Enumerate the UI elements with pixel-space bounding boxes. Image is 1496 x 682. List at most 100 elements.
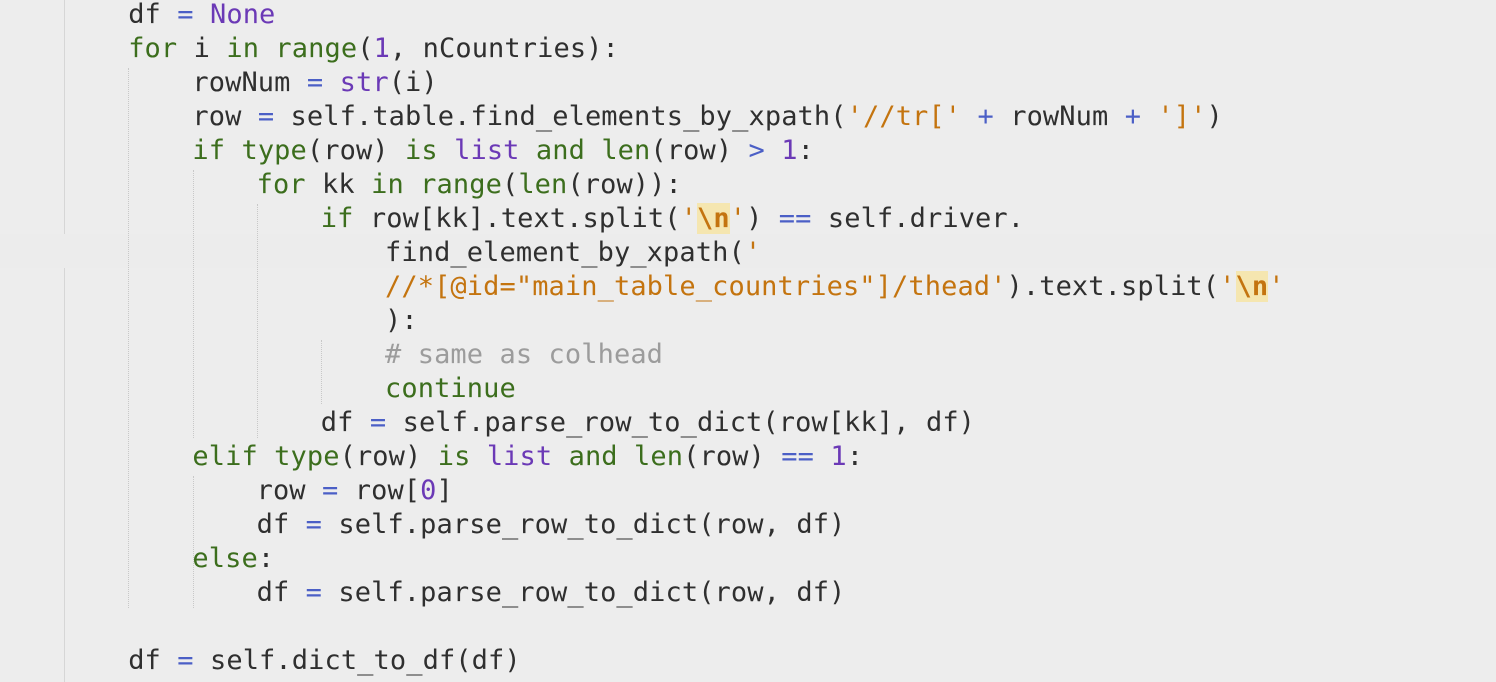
code-token: if	[320, 203, 354, 234]
code-token: =	[257, 101, 275, 132]
code-token: '	[1268, 271, 1285, 302]
code-line[interactable]: continue	[385, 372, 516, 406]
code-line[interactable]: else:	[192, 542, 274, 576]
code-line[interactable]: row = row[0]	[257, 474, 453, 508]
code-line[interactable]: # same as colhead	[385, 338, 663, 372]
code-token: (row)	[306, 135, 406, 166]
code-token: is	[437, 441, 471, 472]
code-line[interactable]: df = self.dict_to_df(df)	[128, 644, 521, 678]
code-token: rowNum	[993, 101, 1125, 132]
code-line[interactable]: df = None	[128, 0, 275, 32]
code-token: ==	[778, 203, 812, 234]
code-token: df	[256, 577, 290, 608]
code-token: :	[257, 543, 275, 574]
code-token: (i)	[388, 67, 438, 98]
code-token: if	[192, 135, 226, 166]
code-token: =	[177, 0, 194, 30]
code-token: i	[177, 33, 227, 64]
code-token: in	[371, 169, 404, 200]
code-token: self.table.find_elements_by_xpath(	[274, 101, 847, 132]
code-token: ==	[781, 441, 814, 472]
code-line[interactable]: if type(row) is list and len(row) > 1:	[192, 134, 814, 168]
code-line[interactable]: df = self.parse_row_to_dict(row, df)	[257, 576, 846, 610]
code-token: and	[568, 441, 618, 472]
code-line[interactable]: if row[kk].text.split('\n') == self.driv…	[321, 202, 1024, 236]
code-token: elif	[192, 441, 258, 472]
code-token: (row)	[650, 135, 749, 166]
code-token: row	[256, 475, 306, 506]
code-token: //*[@id="main_table_countries"]/thead'	[385, 271, 1007, 302]
code-token: , nCountries):	[389, 33, 619, 64]
code-token: rowNum	[192, 67, 291, 98]
code-token: (	[501, 169, 519, 200]
code-token: range	[420, 169, 502, 200]
code-line[interactable]: df = self.parse_row_to_dict(row[kk], df)	[321, 406, 975, 440]
code-token: self.parse_row_to_dict(row[kk], df)	[386, 407, 976, 438]
code-token: self.parse_row_to_dict(row, df)	[322, 509, 846, 540]
code-line[interactable]: ):	[385, 304, 418, 338]
indent-guide	[128, 68, 129, 608]
code-line[interactable]: row = self.table.find_elements_by_xpath(…	[192, 100, 1222, 134]
code-line[interactable]: for kk in range(len(row)):	[257, 168, 682, 202]
code-token: 1	[830, 441, 847, 472]
code-token: find_element_by_xpath(	[385, 237, 745, 268]
code-token: len	[518, 169, 568, 200]
code-token: =	[177, 645, 194, 676]
code-line[interactable]: df = self.parse_row_to_dict(row, df)	[257, 508, 846, 542]
code-token: \n	[1235, 271, 1269, 302]
code-token: >	[748, 135, 765, 166]
code-token: (row)	[339, 441, 438, 472]
indent-guide	[257, 204, 258, 438]
code-token: len	[634, 441, 684, 472]
code-token: self.driver.	[811, 203, 1025, 234]
code-token: self.dict_to_df(df)	[193, 645, 521, 676]
code-token: is	[405, 135, 438, 166]
code-line[interactable]: //*[@id="main_table_countries"]/thead').…	[385, 270, 1285, 304]
code-token: str	[339, 67, 389, 98]
code-token: =	[305, 577, 323, 608]
code-token: in	[226, 33, 260, 64]
code-token: type	[274, 441, 340, 472]
code-token: '	[729, 203, 747, 234]
code-token: \n	[696, 203, 730, 234]
code-line[interactable]: elif type(row) is list and len(row) == 1…	[192, 440, 863, 474]
code-token: )	[1206, 101, 1223, 132]
code-token: 1	[373, 33, 390, 64]
code-token: )	[746, 203, 779, 234]
code-line[interactable]: find_element_by_xpath('	[385, 236, 761, 270]
indent-guide	[321, 340, 322, 404]
editor-gutter-divider	[64, 0, 65, 682]
code-token: (	[357, 33, 374, 64]
code-token: # same as colhead	[385, 339, 664, 370]
code-token: '	[680, 203, 697, 234]
code-token: list	[454, 135, 520, 166]
code-token: ):	[385, 305, 418, 336]
code-token: +	[1124, 101, 1142, 132]
code-line[interactable]: rowNum = str(i)	[192, 66, 437, 100]
code-token: '//tr['	[846, 101, 962, 132]
code-token: 0	[420, 475, 437, 506]
code-token: 1	[781, 135, 798, 166]
code-token: else	[192, 543, 258, 574]
code-token: :	[846, 441, 864, 472]
code-line[interactable]: for i in range(1, nCountries):	[128, 32, 619, 66]
code-token: :	[797, 135, 814, 166]
code-token: list	[486, 441, 553, 472]
code-token: '	[1219, 271, 1236, 302]
